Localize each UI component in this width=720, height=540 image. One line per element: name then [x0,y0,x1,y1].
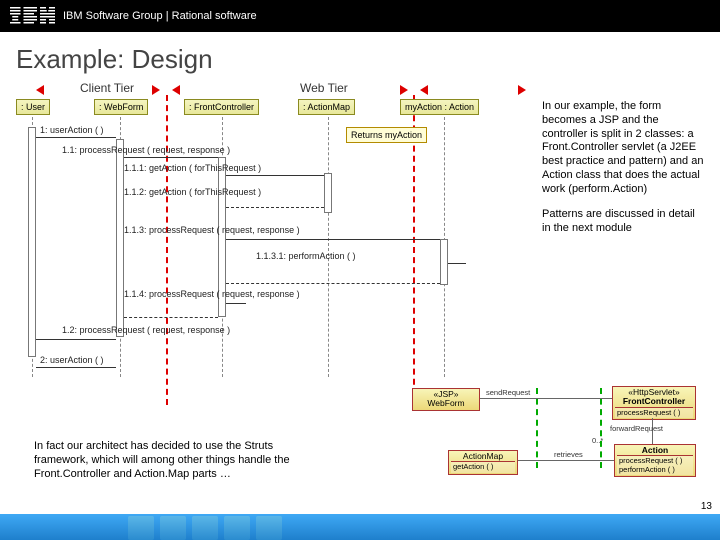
assoc-forwardrequest: forwardRequest [610,424,663,433]
msg-1-1-4: 1.1.4: processRequest ( request, respons… [124,289,300,299]
side-text: In our example, the form becomes a JSP a… [542,100,706,248]
msg-1: 1: userAction ( ) [40,125,104,135]
msg-1-1-3-1: 1.1.3.1: performAction ( ) [256,251,356,261]
msg-1-1-2: 1.1.2: getAction ( forThisRequest ) [124,187,261,197]
arrow-icon [36,85,44,95]
note-returns-myaction: Returns myAction [346,127,427,143]
arrow-icon [400,85,408,95]
class-action: Action processRequest ( ) performAction … [614,444,696,477]
ibm-logo [10,7,55,25]
side-paragraph-2: Patterns are discussed in detail in the … [542,208,706,236]
bottom-text: In fact our architect has decided to use… [34,440,324,481]
arrow-icon [518,85,526,95]
page-title: Example: Design [0,32,720,81]
footer-icon [256,516,282,540]
class-webform: «JSP» WebForm [412,388,480,411]
tier-label-client: Client Tier [80,81,134,95]
footer-icon [160,516,186,540]
footer-icon [192,516,218,540]
lifeline-myaction: myAction : Action [400,99,479,115]
class-actionmap: ActionMap getAction ( ) [448,450,518,475]
msg-1-1-3: 1.1.3: processRequest ( request, respons… [124,225,300,235]
msg-1-1-1: 1.1.1: getAction ( forThisRequest ) [124,163,261,173]
assoc-sendrequest: sendRequest [486,388,530,397]
footer-icons [128,516,282,540]
msg-1-1: 1.1: processRequest ( request, response … [62,145,230,155]
msg-1-2: 1.2: processRequest ( request, response … [62,325,230,335]
assoc-retrieves: retrieves [554,450,583,459]
msg-2: 2: userAction ( ) [40,355,104,365]
sequence-diagram: : User : WebForm : FrontController : Act… [16,99,516,399]
side-paragraph-1: In our example, the form becomes a JSP a… [542,100,706,196]
lifeline-actionmap: : ActionMap [298,99,355,115]
arrow-icon [172,85,180,95]
footer-bar [0,514,720,540]
page-number: 13 [701,501,712,512]
lifeline-webform: : WebForm [94,99,148,115]
tier-label-web: Web Tier [300,81,348,95]
assoc-multiplicity: 0..* [592,436,603,445]
class-frontcontroller: «HttpServlet» FrontController processReq… [612,386,696,420]
header-bar: IBM Software Group | Rational software [0,0,720,32]
class-diagram: «JSP» WebForm «HttpServlet» FrontControl… [392,386,698,498]
footer-icon [224,516,250,540]
arrow-icon [152,85,160,95]
arrow-icon [420,85,428,95]
header-text: IBM Software Group | Rational software [63,10,257,22]
lifeline-frontcontroller: : FrontController [184,99,259,115]
footer-icon [128,516,154,540]
lifeline-user: : User [16,99,50,115]
